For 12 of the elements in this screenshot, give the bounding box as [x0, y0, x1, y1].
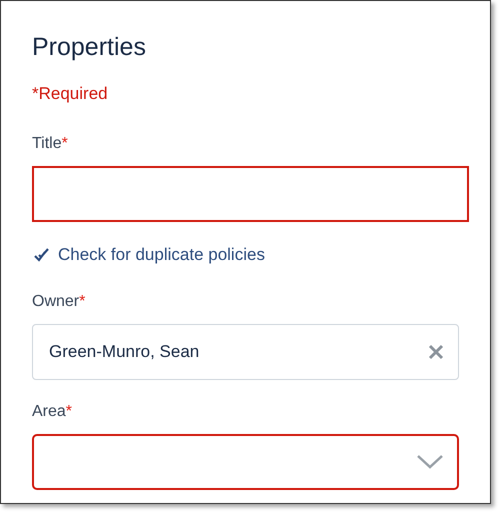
area-dropdown[interactable]: [32, 434, 459, 490]
duplicate-check-link[interactable]: Check for duplicate policies: [34, 242, 265, 268]
clear-icon[interactable]: [428, 344, 444, 360]
required-note: *Required: [32, 83, 109, 105]
chevron-down-icon: [417, 454, 443, 469]
field-label: Owner*: [32, 292, 86, 312]
double-check-icon: [34, 248, 52, 262]
field-label: Title*: [32, 134, 69, 154]
field-label: Area*: [32, 402, 74, 422]
owner-field[interactable]: Green-Munro, Sean: [32, 324, 459, 380]
panel-title: Properties: [32, 32, 147, 63]
title-field[interactable]: [32, 166, 469, 222]
